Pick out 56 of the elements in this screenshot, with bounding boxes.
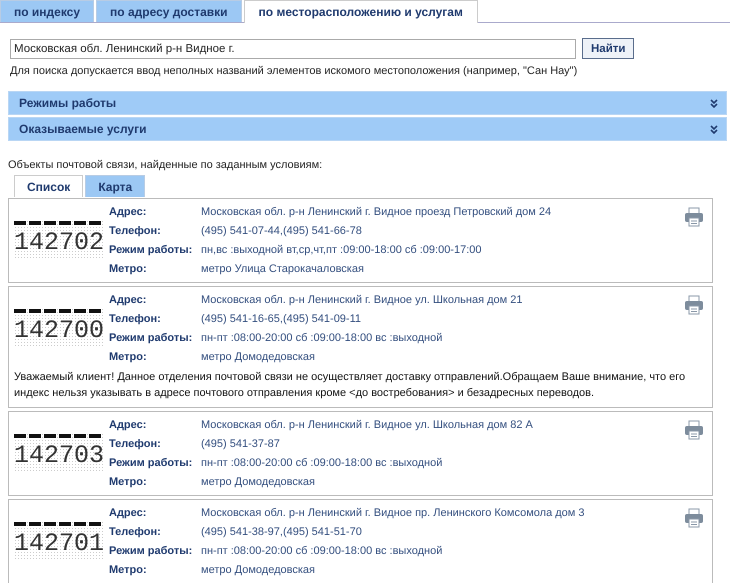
field-value: метро Домодедовская: [201, 475, 316, 489]
field-value: пн-пт :08:00-20:00 сб :09:00-18:00 вс :выходной: [201, 544, 444, 558]
search-hint: Для поиска допускается ввод неполных названий элементов искомого местоположения (например, "Сан Нау"): [10, 65, 578, 77]
printer-icon[interactable]: [684, 207, 704, 227]
field-value: (495) 541-38-97,(495) 541-51-70: [201, 525, 363, 539]
view-tab[interactable]: Карта: [85, 175, 146, 197]
field-label: Метро:: [109, 262, 148, 276]
search-field[interactable]: Московская обл. Ленинский р-н Видное г.: [10, 38, 576, 58]
search-tab[interactable]: по индексу: [0, 0, 94, 22]
field-value: Московская обл. р-н Ленинский г. Видное ул. Школьная дом 21: [201, 293, 524, 307]
printer-icon[interactable]: [684, 295, 704, 315]
field-value: (495) 541-16-65,(495) 541-09-11: [201, 312, 362, 326]
field-label: Адрес:: [109, 205, 148, 219]
field-label: Телефон:: [109, 437, 162, 451]
filter-title: Режимы работы: [19, 96, 116, 110]
filter-header[interactable]: Режимы работы: [8, 91, 727, 115]
field-value: метро Домодедовская: [201, 563, 316, 577]
postal-index: 142700: [14, 309, 104, 348]
field-label: Телефон:: [109, 312, 162, 326]
find-button[interactable]: Найти: [582, 38, 634, 59]
printer-icon[interactable]: [684, 420, 704, 440]
printer-icon[interactable]: [684, 508, 704, 528]
field-label: Метро:: [109, 475, 148, 489]
field-label: Телефон:: [109, 224, 162, 238]
filter-header[interactable]: Оказываемые услуги: [8, 117, 727, 141]
filter-title: Оказываемые услуги: [19, 122, 146, 136]
field-label: Режим работы:: [109, 331, 194, 345]
field-label: Метро:: [109, 563, 148, 577]
field-label: Телефон:: [109, 525, 162, 539]
field-value: пн,вс :выходной вт,ср,чт,пт :09:00-18:00 сб :09:00-17:00: [201, 243, 482, 257]
delivery-notice: Уважаемый клиент! Данное отделения почтовой связи не осуществляет доставку отправлений.Обращаем Ваше внимание, что его индекс нельзя указывать в адресе почтового отправления кроме <до востребования> и безадресных переводов.: [14, 370, 686, 401]
postal-index: 142701: [14, 522, 104, 561]
field-value: пн-пт :08:00-20:00 сб :09:00-18:00 вс :выходной: [201, 331, 444, 345]
view-tab[interactable]: Список: [14, 175, 84, 197]
field-value: (495) 541-37-87: [201, 437, 281, 451]
chevron-icon[interactable]: [710, 98, 718, 108]
postal-index: 142703: [14, 434, 104, 473]
results-caption: Объекты почтовой связи, найденные по заданным условиям:: [8, 159, 324, 171]
field-label: Метро:: [109, 350, 148, 364]
field-value: метро Улица Старокачаловская: [201, 262, 365, 276]
field-value: Московская обл. р-н Ленинский г. Видное пр. Ленинского Комсомола дом 3: [201, 506, 586, 520]
search-tab[interactable]: по месторасположению и услугам: [244, 0, 478, 23]
postal-index: 142702: [14, 221, 104, 260]
field-label: Режим работы:: [109, 243, 194, 257]
search-tab[interactable]: по адресу доставки: [96, 0, 242, 22]
field-value: метро Домодедовская: [201, 350, 316, 364]
field-value: пн-пт :08:00-20:00 сб :09:00-18:00 вс :выходной: [201, 456, 444, 470]
chevron-icon[interactable]: [710, 124, 718, 134]
field-label: Режим работы:: [109, 544, 194, 558]
field-label: Адрес:: [109, 506, 148, 520]
field-label: Режим работы:: [109, 456, 194, 470]
field-value: Московская обл. р-н Ленинский г. Видное проезд Петровский дом 24: [201, 205, 552, 219]
field-value: (495) 541-07-44,(495) 541-66-78: [201, 224, 363, 238]
field-label: Адрес:: [109, 293, 148, 307]
field-label: Адрес:: [109, 418, 148, 432]
field-value: Московская обл. р-н Ленинский г. Видное ул. Школьная дом 82 А: [201, 418, 534, 432]
